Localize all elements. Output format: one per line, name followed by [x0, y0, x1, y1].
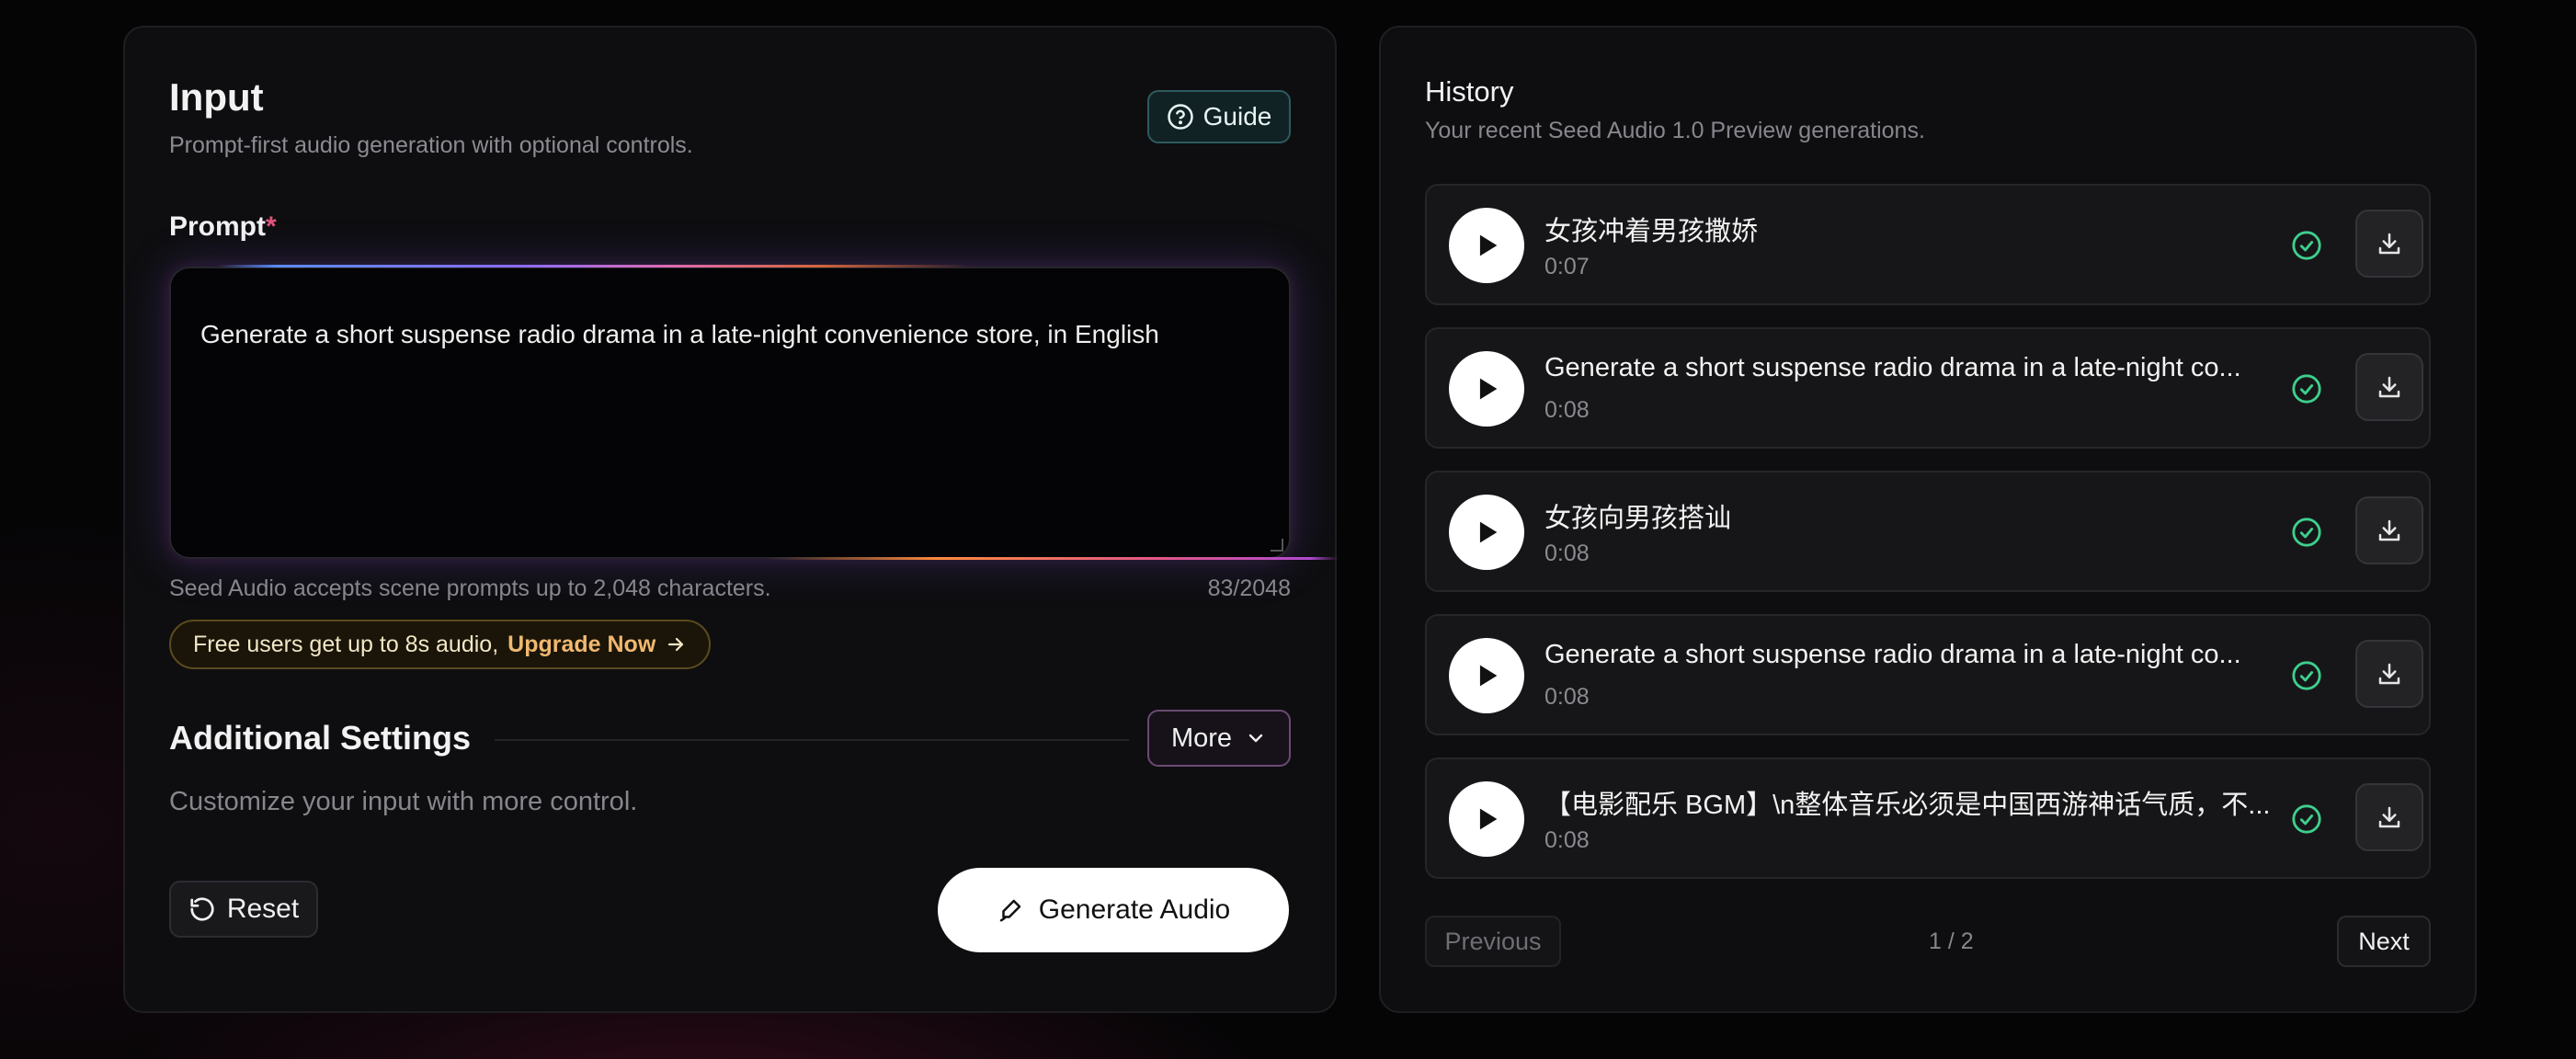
download-button[interactable]: [2355, 353, 2423, 421]
generate-label: Generate Audio: [1038, 894, 1231, 925]
chevron-down-icon: [1248, 734, 1263, 743]
more-label: More: [1170, 723, 1233, 753]
prompt-label-text: Prompt: [169, 211, 266, 242]
play-button[interactable]: [1449, 495, 1524, 570]
history-panel: History Your recent Seed Audio 1.0 Previ…: [1379, 26, 2477, 1013]
download-button[interactable]: [2355, 783, 2423, 851]
play-icon: [1479, 665, 1498, 687]
download-button[interactable]: [2355, 496, 2423, 564]
guide-button[interactable]: Guide: [1147, 90, 1291, 143]
play-icon: [1479, 378, 1498, 400]
previous-page-button[interactable]: Previous: [1425, 916, 1561, 967]
history-item-title: 【电影配乐 BGM】\n整体音乐必须是中国西游神话气质，不...: [1544, 791, 2271, 820]
additional-settings-subtitle: Customize your input with more control.: [169, 787, 638, 816]
history-subtitle: Your recent Seed Audio 1.0 Preview gener…: [1425, 118, 1925, 143]
check-circle-icon: [2292, 804, 2321, 834]
input-title: Input: [169, 75, 264, 119]
history-item: 【电影配乐 BGM】\n整体音乐必须是中国西游神话气质，不... 0:08: [1425, 757, 2431, 879]
check-circle-icon: [2292, 231, 2321, 260]
history-item: 女孩冲着男孩撒娇 0:07: [1425, 184, 2431, 305]
upgrade-now-link[interactable]: Upgrade Now: [507, 632, 687, 658]
play-button[interactable]: [1449, 351, 1524, 427]
prompt-glow-top: [217, 265, 971, 268]
upgrade-banner: Free users get up to 8s audio, Upgrade N…: [169, 620, 712, 669]
char-count: 83/2048: [1207, 575, 1291, 601]
play-icon: [1479, 521, 1498, 543]
reset-button[interactable]: Reset: [169, 881, 318, 938]
more-button[interactable]: More: [1147, 710, 1291, 767]
download-button[interactable]: [2355, 210, 2423, 278]
prompt-textarea[interactable]: Generate a short suspense radio drama in…: [169, 267, 1291, 559]
history-item-duration: 0:07: [1544, 254, 1590, 279]
resize-handle-icon[interactable]: [1271, 539, 1283, 552]
prompt-glow-bottom: [769, 557, 1339, 560]
history-item-title: 女孩向男孩搭讪: [1544, 504, 1732, 533]
download-icon: [2378, 806, 2400, 828]
history-item-duration: 0:08: [1544, 684, 1590, 710]
page-indicator: 1 / 2: [1929, 928, 1974, 954]
download-icon: [2378, 233, 2400, 255]
history-title: History: [1425, 75, 1514, 108]
prompt-hint: Seed Audio accepts scene prompts up to 2…: [169, 575, 771, 601]
history-item-title: Generate a short suspense radio drama in…: [1544, 353, 2241, 382]
play-icon: [1479, 234, 1498, 256]
check-circle-icon: [2292, 661, 2321, 690]
history-item: 女孩向男孩搭讪 0:08: [1425, 471, 2431, 592]
history-item: Generate a short suspense radio drama in…: [1425, 614, 2431, 735]
play-icon: [1479, 808, 1498, 830]
help-circle-icon: [1167, 104, 1193, 130]
rotate-ccw-icon: [190, 897, 214, 921]
arrow-right-icon: [668, 637, 684, 652]
history-item-duration: 0:08: [1544, 827, 1590, 853]
pen-icon: [999, 899, 1020, 922]
download-icon: [2378, 519, 2400, 541]
reset-label: Reset: [226, 894, 300, 924]
history-item: Generate a short suspense radio drama in…: [1425, 327, 2431, 449]
download-icon: [2378, 663, 2400, 685]
next-page-button[interactable]: Next: [2337, 916, 2431, 967]
play-button[interactable]: [1449, 208, 1524, 283]
play-button[interactable]: [1449, 781, 1524, 857]
required-mark: *: [266, 211, 277, 242]
check-circle-icon: [2292, 374, 2321, 404]
download-icon: [2378, 376, 2400, 398]
generate-audio-button[interactable]: Generate Audio: [938, 868, 1289, 952]
settings-divider: [495, 739, 1129, 741]
download-button[interactable]: [2355, 640, 2423, 708]
play-button[interactable]: [1449, 638, 1524, 713]
check-circle-icon: [2292, 518, 2321, 547]
history-item-title: 女孩冲着男孩撒娇: [1544, 217, 1759, 246]
history-item-duration: 0:08: [1544, 541, 1590, 566]
guide-label: Guide: [1203, 102, 1272, 131]
upgrade-link-label: Upgrade Now: [507, 631, 656, 657]
upgrade-text: Free users get up to 8s audio,: [193, 631, 499, 657]
prompt-label: Prompt*: [169, 211, 277, 243]
history-item-title: Generate a short suspense radio drama in…: [1544, 640, 2241, 669]
input-subtitle: Prompt-first audio generation with optio…: [169, 132, 693, 158]
additional-settings-title: Additional Settings: [169, 719, 471, 757]
history-item-duration: 0:08: [1544, 397, 1590, 423]
input-panel: Input Prompt-first audio generation with…: [123, 26, 1339, 1013]
